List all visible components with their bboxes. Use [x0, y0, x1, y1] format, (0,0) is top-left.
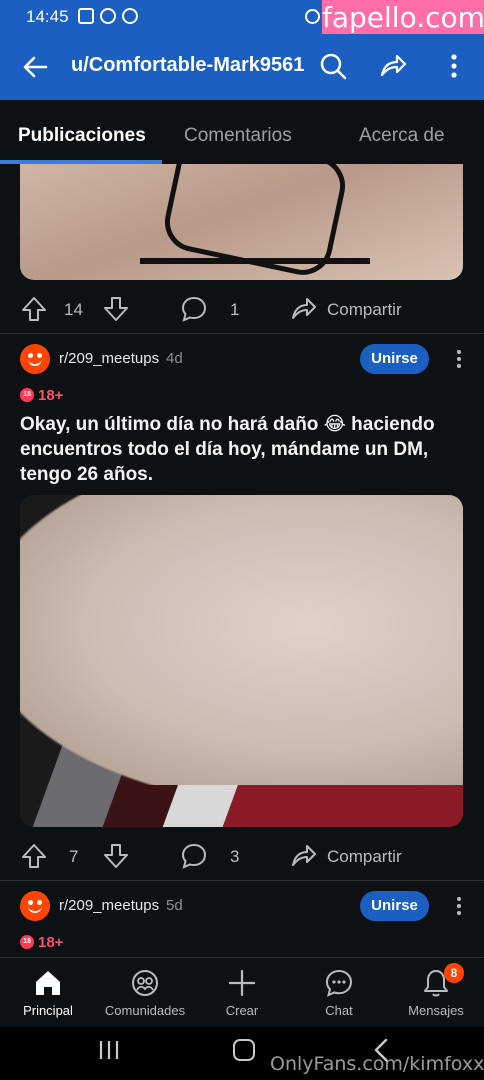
- nav-chat[interactable]: Chat: [291, 958, 387, 1028]
- nsfw-label: 18+: [38, 933, 64, 951]
- nsfw-badge: 18 18+: [20, 386, 63, 404]
- nav-label: Comunidades: [104, 1003, 186, 1018]
- post-actions: 7 3 Compartir: [0, 834, 484, 874]
- subreddit-avatar[interactable]: [20, 891, 50, 921]
- nav-label: Mensajes: [408, 1003, 464, 1018]
- share-icon[interactable]: [290, 295, 318, 323]
- nav-label: Principal: [23, 1003, 73, 1018]
- nsfw-icon: 18: [20, 935, 34, 949]
- post-header: r/209_meetups 4d Unirse: [0, 344, 484, 384]
- home-button-icon[interactable]: [233, 1039, 255, 1061]
- post-actions: 14 1 Compartir: [0, 287, 484, 327]
- vote-count: 7: [69, 847, 79, 866]
- recent-apps-icon[interactable]: [98, 1039, 120, 1061]
- post-age: 4d: [166, 350, 183, 367]
- share-button[interactable]: Compartir: [327, 300, 402, 320]
- vote-count: 14: [64, 300, 83, 319]
- join-button[interactable]: Unirse: [360, 891, 429, 921]
- tab-comentarios[interactable]: Comentarios: [184, 125, 292, 147]
- tab-acerca-de[interactable]: Acerca de: [359, 125, 445, 147]
- system-navigation: OnlyFans.com/kimfoxx1: [0, 1027, 484, 1080]
- status-time: 14:45: [26, 7, 69, 26]
- bottom-navigation: Principal Comunidades Crear Chat 8 Mensa…: [0, 957, 484, 1027]
- profile-tabs: Publicaciones Comentarios Acerca de: [0, 100, 484, 164]
- nav-label: Crear: [225, 1003, 259, 1018]
- subreddit-avatar[interactable]: [20, 344, 50, 374]
- profile-title: u/Comfortable-Mark9561: [71, 54, 305, 76]
- share-icon[interactable]: [378, 51, 408, 81]
- nav-principal[interactable]: Principal: [0, 958, 96, 1028]
- notification-badge: 8: [444, 963, 464, 983]
- divider: [0, 880, 484, 881]
- subreddit-name[interactable]: r/209_meetups: [59, 897, 159, 914]
- chrome-icon: [100, 8, 116, 24]
- nsfw-label: 18+: [38, 386, 64, 404]
- post-image[interactable]: [20, 495, 463, 827]
- comment-count: 1: [230, 300, 240, 319]
- post-header: r/209_meetups 5d Unirse: [0, 891, 484, 931]
- watermark-bottom: OnlyFans.com/kimfoxx1: [270, 1053, 484, 1075]
- nav-mensajes[interactable]: 8 Mensajes: [388, 958, 484, 1028]
- join-button[interactable]: Unirse: [360, 344, 429, 374]
- tab-publicaciones[interactable]: Publicaciones: [18, 125, 146, 147]
- upvote-icon[interactable]: [20, 295, 48, 323]
- share-icon[interactable]: [290, 842, 318, 870]
- downvote-icon[interactable]: [102, 842, 130, 870]
- watermark-top: fapello.com: [322, 0, 484, 36]
- communities-icon: [132, 970, 158, 996]
- vpn-icon: [122, 8, 138, 24]
- back-arrow-icon[interactable]: [20, 52, 50, 82]
- home-icon: [36, 971, 60, 995]
- comment-count: 3: [230, 847, 240, 866]
- more-options-icon[interactable]: [439, 51, 469, 81]
- nav-label: Chat: [325, 1003, 353, 1018]
- comment-icon[interactable]: [180, 295, 208, 323]
- chat-icon: [325, 969, 353, 997]
- nsfw-badge: 18 18+: [20, 933, 63, 951]
- comment-icon[interactable]: [180, 842, 208, 870]
- nsfw-icon: 18: [20, 388, 34, 402]
- status-icons: [78, 8, 138, 24]
- post-options-icon[interactable]: [449, 896, 469, 916]
- post-title[interactable]: Okay, un último día no hará daño 😂 hacie…: [20, 412, 464, 487]
- subreddit-name[interactable]: r/209_meetups: [59, 350, 159, 367]
- plus-icon: [228, 969, 256, 997]
- app-bar: u/Comfortable-Mark9561: [0, 34, 484, 100]
- alarm-icon: [305, 9, 320, 24]
- post-feed[interactable]: 14 1 Compartir r/209_meetups 4d Unirse 1…: [0, 164, 484, 957]
- share-button[interactable]: Compartir: [327, 847, 402, 867]
- nav-crear[interactable]: Crear: [194, 958, 290, 1028]
- downvote-icon[interactable]: [102, 295, 130, 323]
- upvote-icon[interactable]: [20, 842, 48, 870]
- post-image[interactable]: [20, 164, 463, 280]
- post-age: 5d: [166, 897, 183, 914]
- search-icon[interactable]: [318, 51, 348, 81]
- post-options-icon[interactable]: [449, 349, 469, 369]
- image-icon: [78, 8, 94, 24]
- nav-comunidades[interactable]: Comunidades: [97, 958, 193, 1028]
- divider: [0, 333, 484, 334]
